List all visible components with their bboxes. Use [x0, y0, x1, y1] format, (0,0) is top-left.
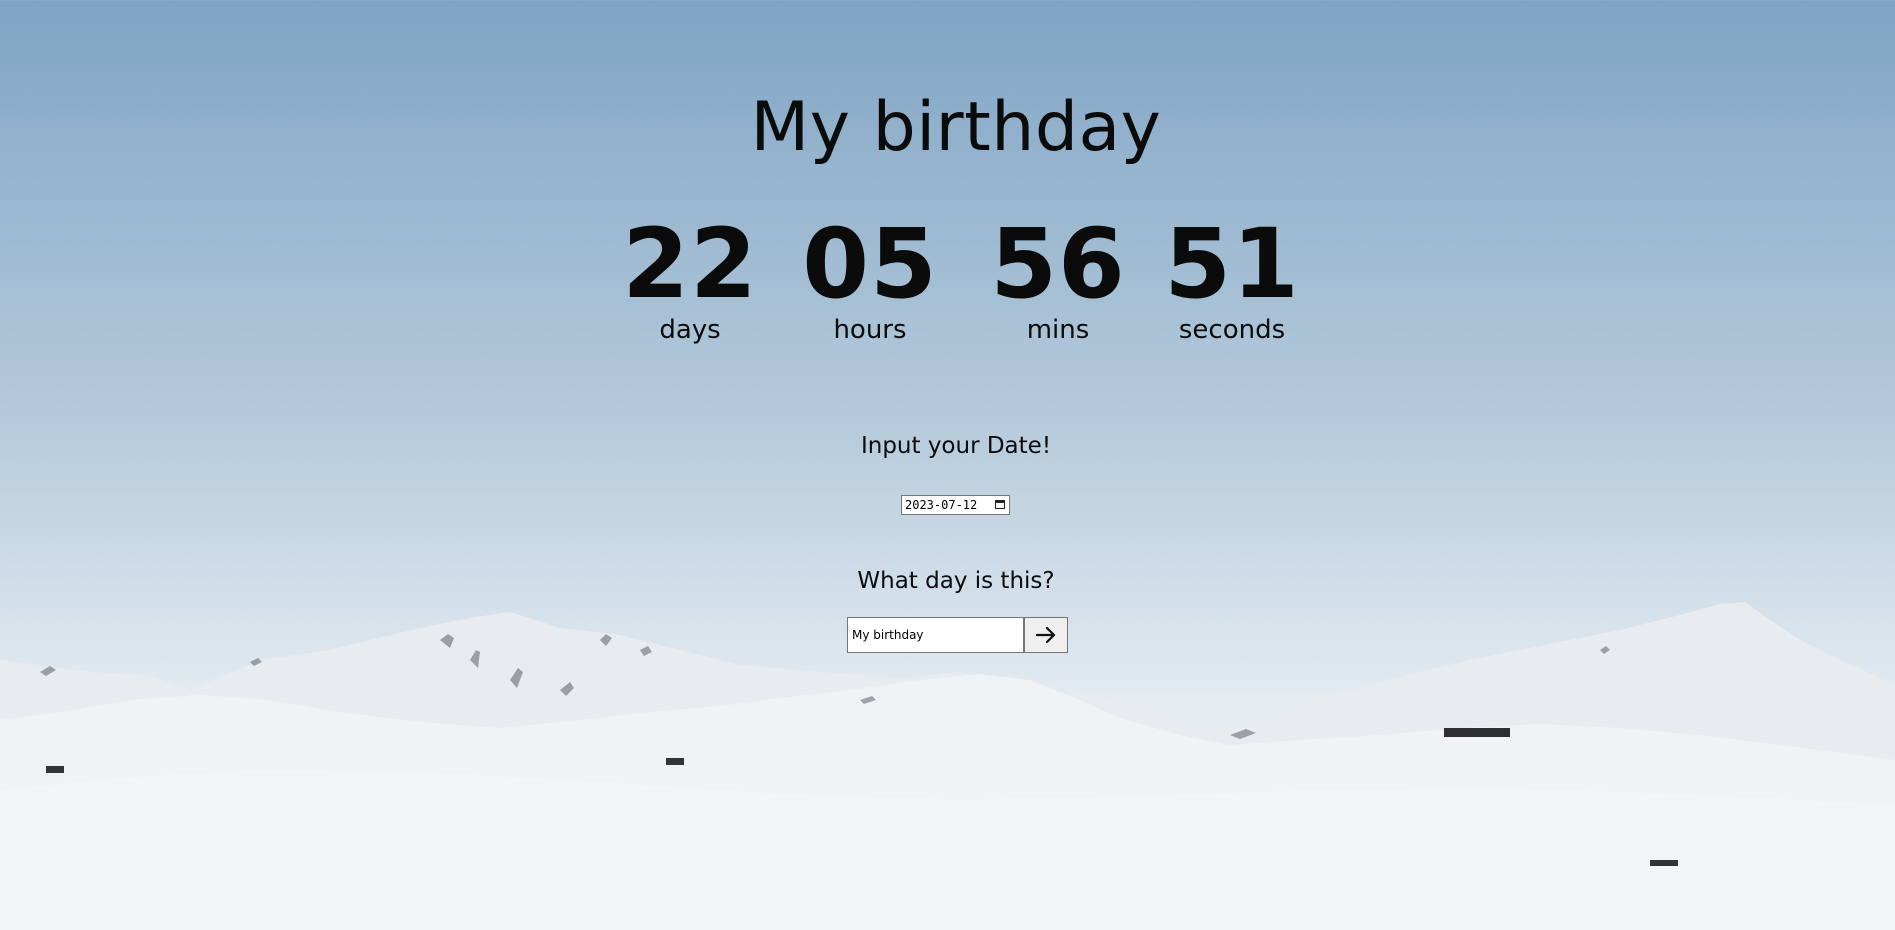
date-value: 2023-07-12 [905, 498, 978, 512]
name-prompt: What day is this? [857, 568, 1055, 594]
arrow-right-icon [1035, 626, 1056, 644]
date-input[interactable]: 2023-07-12 [901, 495, 1010, 515]
event-name-value: My birthday [852, 628, 924, 642]
hours-value: 05 [802, 208, 938, 320]
hours-label: hours [833, 315, 907, 345]
event-name-input[interactable]: My birthday [847, 617, 1024, 653]
seconds-value: 51 [1164, 208, 1300, 320]
page-title: My birthday [750, 88, 1162, 167]
date-prompt: Input your Date! [860, 433, 1052, 459]
submit-button[interactable] [1024, 617, 1068, 653]
countdown-seconds: 51 seconds [1122, 214, 1342, 346]
seconds-label: seconds [1178, 315, 1286, 345]
calendar-icon[interactable] [995, 500, 1005, 509]
countdown-hours: 05 hours [760, 214, 980, 346]
countdown-page: My birthday 22 days 05 hours 56 mins 51 … [0, 0, 1895, 930]
